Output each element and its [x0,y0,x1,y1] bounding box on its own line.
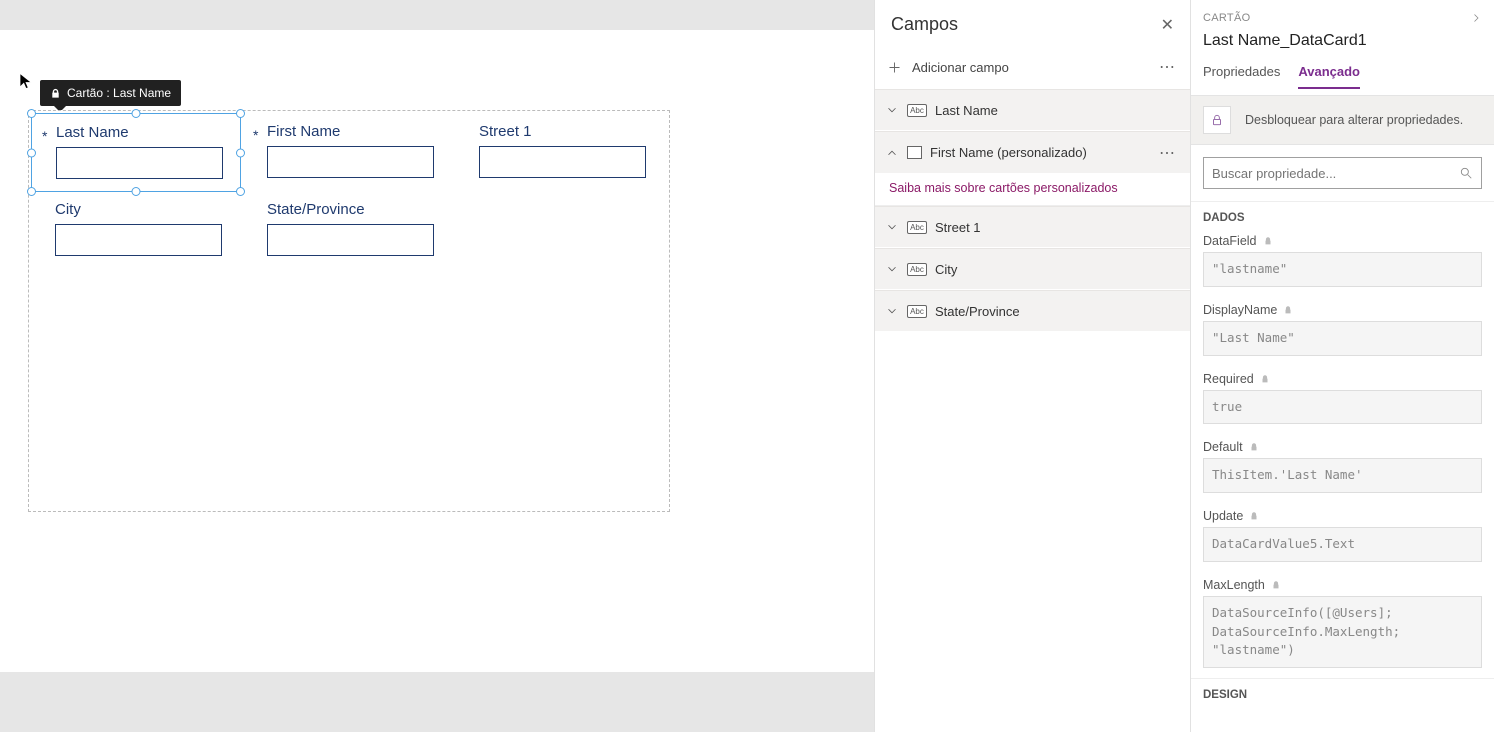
card-street-1[interactable]: Street 1 [455,113,665,190]
more-icon[interactable]: ⋯ [1159,57,1176,77]
fields-panel-title: Campos [891,14,958,35]
form-container[interactable]: * Last Name * First Name Street 1 City State/P… [28,110,670,512]
tab-properties[interactable]: Propriedades [1203,64,1280,89]
property-label: MaxLength [1203,578,1265,592]
field-item[interactable]: Abc Last Name [875,89,1190,131]
property-search[interactable] [1203,157,1482,189]
property-value[interactable]: true [1203,390,1482,425]
chevron-down-icon [885,220,899,234]
section-design: DESIGN [1191,678,1494,705]
lock-icon [50,88,61,99]
text-type-icon: Abc [907,263,927,276]
card-input[interactable] [267,224,434,256]
property-value[interactable]: "lastname" [1203,252,1482,287]
section-dados: DADOS [1191,201,1494,228]
field-name: State/Province [935,304,1020,319]
card-input[interactable] [267,146,434,178]
selected-element-title: Last Name_DataCard1 [1203,32,1482,50]
fields-list: Abc Last Name First Name (personalizado) ⋯ S… [875,89,1190,332]
bottom-bar-placeholder [0,672,874,732]
property-value[interactable]: DataSourceInfo([@Users]; DataSourceInfo.… [1203,596,1482,668]
lock-icon [1249,442,1259,452]
lock-icon [1249,511,1259,521]
resize-handle[interactable] [132,109,141,118]
field-name: Street 1 [935,220,981,235]
required-asterisk: * [42,128,47,144]
lock-icon [1260,374,1270,384]
canvas-column: Cartão : Last Name * Last Name * First Name… [0,0,874,732]
field-item[interactable]: Abc Street 1 [875,206,1190,248]
field-item[interactable]: First Name (personalizado) ⋯ [875,131,1190,173]
card-first-name[interactable]: * First Name [243,113,453,190]
property-value[interactable]: DataCardValue5.Text [1203,527,1482,562]
card-label: City [55,201,231,218]
lock-icon [1283,305,1293,315]
property-value[interactable]: ThisItem.'Last Name' [1203,458,1482,493]
mouse-cursor-icon [17,72,35,90]
required-asterisk: * [253,127,258,143]
field-item[interactable]: Abc State/Province [875,290,1190,332]
property-label: DisplayName [1203,303,1277,317]
card-input[interactable] [56,147,223,179]
field-name: Last Name [935,103,998,118]
field-name: City [935,262,957,277]
text-type-icon: Abc [907,305,927,318]
unlock-bar[interactable]: Desbloquear para alterar propriedades. [1191,95,1494,145]
property-row: MaxLength DataSourceInfo([@Users]; DataSo… [1191,572,1494,668]
resize-handle[interactable] [27,109,36,118]
property-value[interactable]: "Last Name" [1203,321,1482,356]
card-city[interactable]: City [31,191,241,268]
property-label: DataField [1203,234,1257,248]
fields-panel: Campos ✕ Adicionar campo ⋯ Abc Last Name F… [874,0,1190,732]
chevron-right-icon[interactable] [1470,12,1482,24]
custom-type-icon [907,146,922,159]
property-row: DataField "lastname" [1191,228,1494,287]
lock-icon [1271,580,1281,590]
chevron-down-icon [885,103,899,117]
close-icon[interactable]: ✕ [1161,15,1174,35]
lock-icon [1263,236,1273,246]
tooltip-text: Cartão : Last Name [67,86,171,100]
chevron-down-icon [885,304,899,318]
card-input[interactable] [55,224,222,256]
selection-tooltip: Cartão : Last Name [40,80,181,106]
card-label: Last Name [56,124,230,141]
chevron-down-icon [885,262,899,276]
card-label: First Name [267,123,443,140]
tab-advanced[interactable]: Avançado [1298,64,1360,89]
top-bar-placeholder [0,0,874,30]
card-label: Street 1 [479,123,655,140]
custom-cards-link[interactable]: Saiba mais sobre cartões personalizados [875,173,1190,206]
resize-handle[interactable] [27,148,36,157]
property-row: Required true [1191,366,1494,425]
property-row: Default ThisItem.'Last Name' [1191,434,1494,493]
card-last-name[interactable]: * Last Name [31,113,241,192]
card-input[interactable] [479,146,646,178]
property-label: Update [1203,509,1243,523]
canvas[interactable]: Cartão : Last Name * Last Name * First Name… [0,30,874,672]
add-field-label: Adicionar campo [912,60,1009,75]
chevron-up-icon [885,146,899,160]
card-label: State/Province [267,201,443,218]
panel-kicker: CARTÃO [1203,12,1250,24]
property-label: Required [1203,372,1254,386]
search-input[interactable] [1212,166,1459,181]
property-label: Default [1203,440,1243,454]
lock-icon [1210,113,1224,127]
text-type-icon: Abc [907,104,927,117]
plus-icon [887,60,902,75]
properties-panel: CARTÃO Last Name_DataCard1 Propriedades … [1190,0,1494,732]
unlock-button[interactable] [1203,106,1231,134]
field-name: First Name (personalizado) [930,145,1087,160]
field-item[interactable]: Abc City [875,248,1190,290]
property-row: Update DataCardValue5.Text [1191,503,1494,562]
property-row: DisplayName "Last Name" [1191,297,1494,356]
more-icon[interactable]: ⋯ [1159,143,1176,163]
search-icon [1459,166,1473,180]
add-field-button[interactable]: Adicionar campo [887,60,1009,75]
unlock-text: Desbloquear para alterar propriedades. [1245,113,1463,127]
card-state-province[interactable]: State/Province [243,191,453,268]
add-field-row: Adicionar campo ⋯ [875,57,1190,89]
text-type-icon: Abc [907,221,927,234]
